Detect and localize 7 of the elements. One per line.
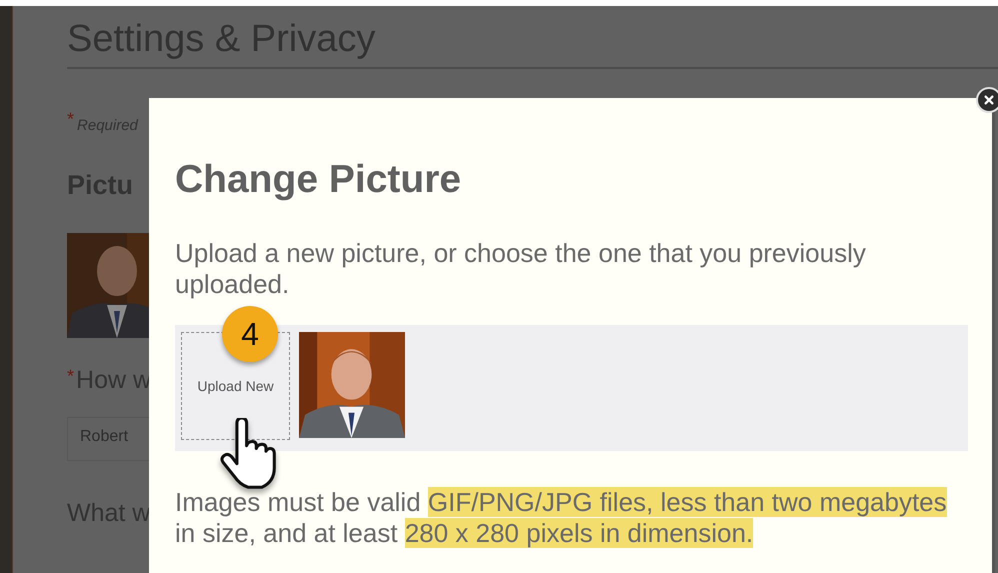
- requirements-text: Images must be valid GIF/PNG/JPG files, less than two megabytes in size, and at least 280 x 280 pixels in dimension.: [175, 487, 948, 549]
- required-marker: *: [67, 109, 74, 130]
- step-badge: 4: [222, 306, 278, 362]
- hand-cursor-icon: [219, 418, 277, 490]
- intro-text: Upload a new picture, or choose the one that you previously uploaded.: [175, 238, 867, 300]
- dialog-title: Change Picture: [175, 158, 462, 202]
- required-marker: *: [67, 366, 74, 388]
